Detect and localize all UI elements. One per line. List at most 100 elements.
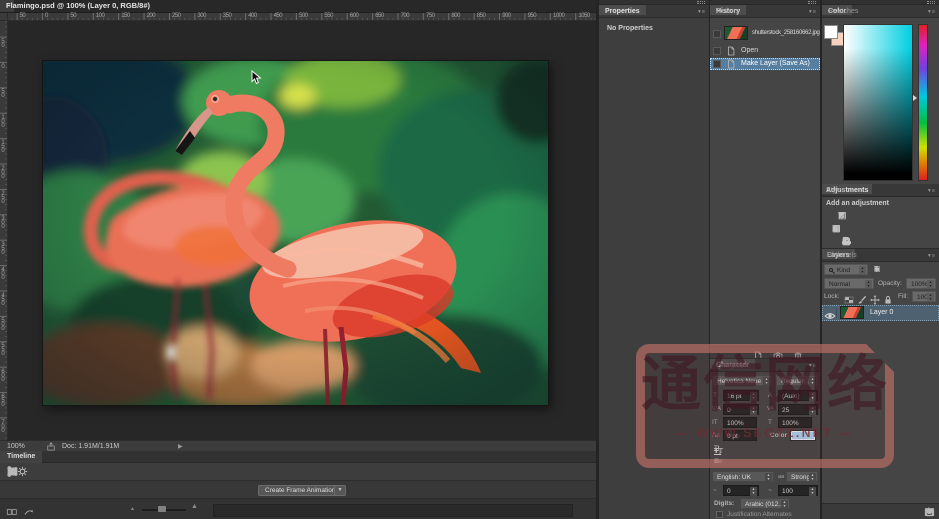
- text-color-swatch[interactable]: [790, 430, 816, 441]
- flamingo-photo[interactable]: [43, 61, 548, 405]
- layer-filter-select[interactable]: Kind: [824, 264, 868, 275]
- language-select[interactable]: English: UK: [712, 471, 774, 482]
- tracking-field[interactable]: 25: [778, 404, 818, 415]
- horizontal-scale-field[interactable]: 100%: [778, 417, 812, 428]
- lock-all-icon[interactable]: [883, 292, 893, 302]
- delete-layer-icon[interactable]: [924, 507, 935, 517]
- history-brush-source-checkbox[interactable]: [713, 47, 721, 55]
- kashida-short-field[interactable]: 0: [723, 485, 759, 496]
- document-size: Doc: 1.91M/1.91M: [62, 443, 119, 450]
- layers-panel-footer: ∞fx◐: [822, 503, 939, 519]
- opentype-feature-button[interactable]: ½: [714, 459, 719, 465]
- lock-position-icon[interactable]: [870, 292, 880, 302]
- create-frame-animation-button[interactable]: Create Frame Animation: [258, 485, 342, 496]
- tracking-icon: VA: [767, 406, 774, 412]
- vertical-scale-field[interactable]: 100%: [723, 417, 757, 428]
- history-brush-source-checkbox[interactable]: [713, 60, 721, 68]
- ruler-label: 600: [350, 13, 359, 19]
- gradient-map-icon[interactable]: ▬: [842, 236, 851, 247]
- color-lookup-icon[interactable]: ▥: [832, 223, 841, 234]
- ruler-label: 800: [451, 13, 460, 19]
- add-adjustment-heading: Add an adjustment: [826, 200, 889, 207]
- opacity-field[interactable]: 100%: [906, 278, 936, 289]
- panel-menu-icon[interactable]: [928, 188, 936, 194]
- tab-timeline[interactable]: Timeline: [0, 451, 42, 463]
- leading-icon: A: [768, 392, 772, 399]
- transition-button[interactable]: [6, 466, 19, 477]
- snapshot-thumbnail[interactable]: [724, 26, 748, 40]
- font-size-field[interactable]: 16 pt: [723, 390, 759, 401]
- dropdown-arrows-icon: [809, 392, 816, 401]
- history-state-row[interactable]: Make Layer (Save As): [710, 58, 820, 70]
- lock-image-pixels-icon[interactable]: [857, 292, 867, 302]
- saturation-brightness-field[interactable]: [843, 24, 913, 181]
- panel-menu-icon[interactable]: [928, 9, 936, 15]
- blend-mode-select[interactable]: Normal: [824, 278, 874, 289]
- ruler-label: 900: [502, 13, 511, 19]
- ruler-label: 100: [0, 115, 6, 127]
- frames-view-icon[interactable]: [6, 504, 18, 514]
- tab-styles[interactable]: Styles: [822, 184, 849, 194]
- collapse-dots-icon[interactable]: [697, 1, 705, 4]
- leading-field[interactable]: (Auto): [778, 390, 818, 401]
- baseline-shift-field[interactable]: 0 pt: [723, 430, 757, 441]
- filter-smart-objects-icon[interactable]: ◆: [874, 264, 879, 275]
- zoom-out-thumbnail-icon[interactable]: ▲: [130, 506, 135, 512]
- tab-properties[interactable]: Properties: [599, 5, 646, 15]
- vibrance-icon[interactable]: ▽: [838, 210, 845, 221]
- anti-alias-select[interactable]: Strong: [786, 471, 818, 482]
- digits-select[interactable]: Arabic (012...: [740, 498, 790, 509]
- tab-paths[interactable]: Paths: [822, 249, 850, 259]
- horizontal-ruler[interactable]: 5005010015020025030035040045050055060065…: [8, 13, 596, 21]
- ruler-label: 50: [0, 89, 6, 97]
- kerning-field[interactable]: 0: [723, 404, 759, 415]
- panel-menu-icon[interactable]: [809, 9, 817, 15]
- kashida-long-field[interactable]: 100: [778, 485, 818, 496]
- new-snapshot-icon[interactable]: [772, 348, 784, 358]
- layer-thumbnail[interactable]: [840, 306, 864, 319]
- canvas-area[interactable]: [8, 21, 596, 440]
- history-panel: History Actions shutterstock_258160662.j…: [710, 0, 820, 358]
- dropdown-arrows-icon: [865, 280, 872, 289]
- collapse-dots-icon[interactable]: [808, 1, 816, 4]
- opacity-label: Opacity:: [878, 280, 902, 287]
- shuttle-icon[interactable]: [23, 504, 35, 514]
- history-brush-source-checkbox[interactable]: [713, 30, 721, 38]
- hue-slider[interactable]: [918, 24, 928, 181]
- zoom-level[interactable]: 100%: [7, 443, 25, 450]
- export-icon[interactable]: [46, 442, 56, 451]
- layer-visibility-toggle[interactable]: [824, 308, 837, 318]
- history-tab-row: History Actions: [710, 5, 820, 18]
- tab-paragraph[interactable]: Paragraph: [710, 359, 755, 369]
- layer-row-layer0[interactable]: Layer 0: [822, 305, 939, 321]
- collapse-dots-icon[interactable]: [927, 1, 935, 4]
- zoom-in-thumbnail-icon[interactable]: ▲: [191, 503, 198, 510]
- foreground-color-swatch[interactable]: [824, 25, 838, 39]
- vertical-ruler[interactable]: 5005010015020025030035040045050055060065…: [0, 21, 8, 440]
- timeline-zoom-handle[interactable]: [158, 506, 166, 512]
- fill-field[interactable]: 100%: [912, 291, 936, 302]
- history-snapshot-row[interactable]: shutterstock_258160662.jpg: [710, 26, 820, 42]
- history-state-row[interactable]: Open: [710, 45, 820, 57]
- panel-menu-icon[interactable]: [698, 9, 706, 15]
- color-tab-row: Color Swatches: [822, 5, 939, 18]
- ruler-label: 850: [477, 13, 486, 19]
- tab-swatches[interactable]: Swatches: [822, 5, 864, 15]
- hue-slider-marker[interactable]: [913, 95, 917, 101]
- panel-menu-icon[interactable]: [809, 363, 817, 369]
- status-flyout-arrow-icon[interactable]: ▶: [178, 443, 183, 450]
- create-animation-dropdown-icon[interactable]: ▼: [334, 485, 346, 496]
- new-document-from-state-icon[interactable]: [752, 348, 764, 358]
- document-tab[interactable]: ×Flamingo.psd @ 100% (Layer 0, RGB/8#): [0, 0, 14, 12]
- panel-menu-icon[interactable]: [928, 253, 936, 259]
- font-style-select[interactable]: Regular: [776, 375, 818, 386]
- font-family-select[interactable]: Helvetica Neue W...: [712, 375, 772, 386]
- lock-transparent-pixels-icon[interactable]: [844, 292, 854, 302]
- text-style-button[interactable]: T: [714, 446, 719, 455]
- timeline-track[interactable]: [213, 504, 573, 517]
- color-picker-marker[interactable]: [846, 26, 851, 31]
- tab-actions[interactable]: Actions: [710, 5, 745, 15]
- ruler-label: 200: [0, 166, 6, 178]
- justification-alternates-checkbox[interactable]: [716, 511, 723, 518]
- delete-state-icon[interactable]: [792, 348, 804, 358]
